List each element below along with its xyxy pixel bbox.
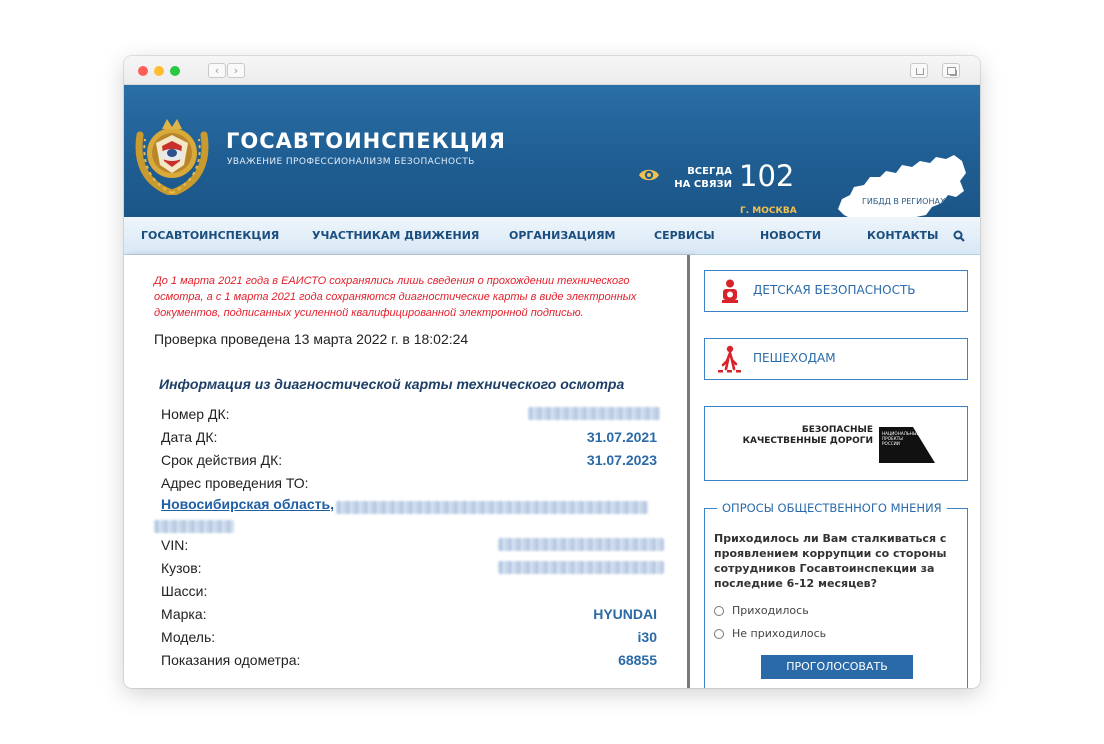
diagnostic-card-title: Информация из диагностической карты техн… xyxy=(159,376,625,392)
child-safety-icon xyxy=(722,279,738,303)
poll-option-yes-label: Приходилось xyxy=(732,604,809,617)
poll-option-yes[interactable]: Приходилось xyxy=(714,604,809,617)
nav-item-gosavtoinspekciya[interactable]: ГОСАВТОИНСПЕКЦИЯ xyxy=(141,229,279,242)
odometer-label: Показания одометра: xyxy=(161,652,301,668)
address-redacted xyxy=(336,501,648,514)
make-value: HYUNDAI xyxy=(593,606,657,622)
body-label: Кузов: xyxy=(161,560,202,576)
card-expiry-label: Срок действия ДК: xyxy=(161,452,283,468)
nav-item-organizations[interactable]: ОРГАНИЗАЦИЯМ xyxy=(509,229,616,242)
child-safety-label: ДЕТСКАЯ БЕЗОПАСНОСТЬ xyxy=(753,283,916,297)
model-label: Модель: xyxy=(161,629,216,645)
close-window-button[interactable] xyxy=(138,66,148,76)
tabs-icon[interactable] xyxy=(942,63,960,78)
always-on-call: ВСЕГДА НА СВЯЗИ xyxy=(672,165,732,191)
card-number-redacted xyxy=(528,407,660,420)
radio-yes[interactable] xyxy=(714,605,724,616)
notice-line: До 1 марта 2021 года в ЕАИСТО сохранялис… xyxy=(154,275,630,287)
inspection-address-link[interactable]: Новосибирская область, xyxy=(161,496,334,512)
vin-label: VIN: xyxy=(161,537,189,553)
poll-option-no-label: Не приходилось xyxy=(732,627,827,640)
card-number-label: Номер ДК: xyxy=(161,406,230,422)
safe-roads-line1: БЕЗОПАСНЫЕ xyxy=(801,425,873,435)
site-subtitle: УВАЖЕНИЕ ПРОФЕССИОНАЛИЗМ БЕЗОПАСНОСТЬ xyxy=(227,157,475,167)
body-redacted xyxy=(498,561,664,574)
national-projects-logo-icon: НАЦИОНАЛЬНЫЕ ПРОЕКТЫ РОССИИ xyxy=(879,427,935,463)
card-date-value: 31.07.2021 xyxy=(586,429,657,445)
child-safety-link[interactable]: ДЕТСКАЯ БЕЗОПАСНОСТЬ xyxy=(704,270,968,312)
phone-number[interactable]: 102 xyxy=(739,159,794,193)
site-header: ГОСАВТОИНСПЕКЦИЯ УВАЖЕНИЕ ПРОФЕССИОНАЛИЗ… xyxy=(124,85,980,225)
card-expiry-value: 31.07.2023 xyxy=(586,452,657,468)
vote-button[interactable]: ПРОГОЛОСОВАТЬ xyxy=(761,655,913,679)
always-line1: ВСЕГДА xyxy=(687,166,732,177)
city-selector[interactable]: Г. МОСКВА xyxy=(740,206,797,216)
model-value: i30 xyxy=(637,629,657,645)
chassis-label: Шасси: xyxy=(161,583,208,599)
safe-roads-text: БЕЗОПАСНЫЕ КАЧЕСТВЕННЫЕ ДОРОГИ xyxy=(743,425,873,447)
poll-legend: ОПРОСЫ ОБЩЕСТВЕННОГО МНЕНИЯ xyxy=(717,501,947,515)
notice-line: осмотра, а с 1 марта 2021 года сохраняют… xyxy=(154,291,637,303)
eye-icon[interactable] xyxy=(638,167,660,183)
safe-roads-line2: КАЧЕСТВЕННЫЕ ДОРОГИ xyxy=(742,436,873,446)
eaisto-notice: До 1 марта 2021 года в ЕАИСТО сохранялис… xyxy=(154,273,674,321)
nav-item-road-users[interactable]: УЧАСТНИКАМ ДВИЖЕНИЯ xyxy=(312,229,479,242)
zoom-window-button[interactable] xyxy=(170,66,180,76)
poll-question: Приходилось ли Вам сталкиваться с проявл… xyxy=(714,532,947,590)
pedestrians-link[interactable]: ПЕШЕХОДАМ xyxy=(704,338,968,380)
regions-label[interactable]: ГИБДД В РЕГИОНАХ xyxy=(862,197,945,206)
check-timestamp: Проверка проведена 13 марта 2022 г. в 18… xyxy=(154,331,469,347)
pedestrians-label: ПЕШЕХОДАМ xyxy=(753,351,836,365)
minimize-window-button[interactable] xyxy=(154,66,164,76)
notice-line: документов, подписанных усиленной квалиф… xyxy=(154,307,584,319)
site-title[interactable]: ГОСАВТОИНСПЕКЦИЯ xyxy=(226,129,506,153)
svg-text:РОССИИ: РОССИИ xyxy=(882,441,900,446)
back-icon[interactable]: ‹ xyxy=(208,63,226,78)
address-redacted-2 xyxy=(154,520,234,533)
pedestrian-icon xyxy=(718,345,741,373)
odometer-value: 68855 xyxy=(618,652,657,668)
nav-item-contacts[interactable]: КОНТАКТЫ xyxy=(867,229,938,242)
check-result-panel: До 1 марта 2021 года в ЕАИСТО сохранялис… xyxy=(124,255,690,688)
sidebar: ДЕТСКАЯ БЕЗОПАСНОСТЬ ПЕШЕХОДАМ БЕЗОПАСНЫ… xyxy=(690,255,980,688)
main-nav: ГОСАВТОИНСПЕКЦИЯ УЧАСТНИКАМ ДВИЖЕНИЯ ОРГ… xyxy=(124,217,980,255)
safe-roads-banner[interactable]: БЕЗОПАСНЫЕ КАЧЕСТВЕННЫЕ ДОРОГИ НАЦИОНАЛЬ… xyxy=(704,406,968,481)
make-label: Марка: xyxy=(161,606,207,622)
card-date-label: Дата ДК: xyxy=(161,429,218,445)
browser-window: ‹ › ГОСАВТОИНСПЕКЦИЯ УВАЖЕНИЕ ПРОФЕССИОН… xyxy=(124,56,980,688)
emblem-icon[interactable] xyxy=(132,113,212,195)
always-line2: НА СВЯЗИ xyxy=(674,179,732,190)
opinion-poll: ОПРОСЫ ОБЩЕСТВЕННОГО МНЕНИЯ Приходилось … xyxy=(704,501,968,688)
poll-option-no[interactable]: Не приходилось xyxy=(714,627,826,640)
radio-no[interactable] xyxy=(714,628,724,639)
search-icon[interactable] xyxy=(953,230,965,242)
inspection-address-label: Адрес проведения ТО: xyxy=(161,475,309,491)
forward-icon[interactable]: › xyxy=(227,63,245,78)
share-icon[interactable] xyxy=(910,63,928,78)
nav-item-services[interactable]: СЕРВИСЫ xyxy=(654,229,715,242)
vin-redacted xyxy=(498,538,664,551)
title-bar: ‹ › xyxy=(124,56,980,85)
nav-item-news[interactable]: НОВОСТИ xyxy=(760,229,821,242)
